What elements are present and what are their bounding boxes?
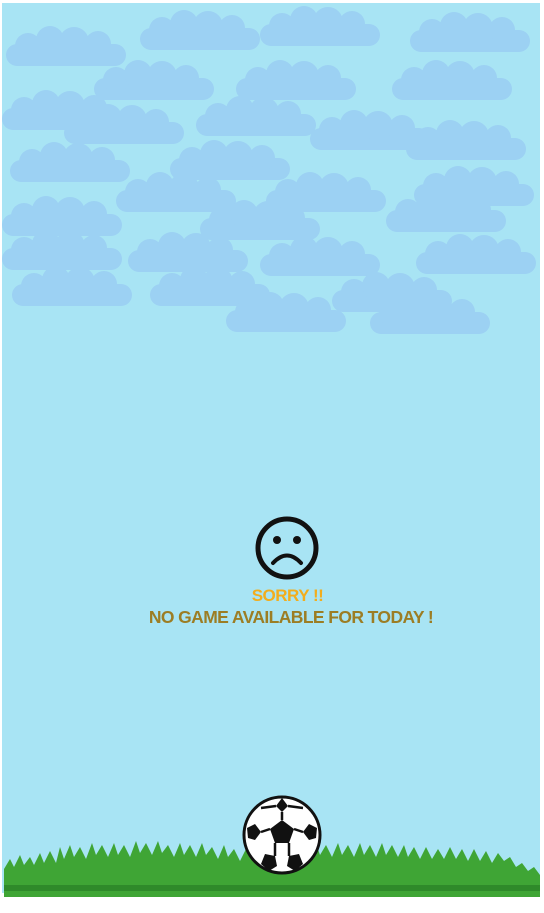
no-game-screen: SORRY !! NO GAME AVAILABLE FOR TODAY ! [0,0,544,913]
no-game-message: NO GAME AVAILABLE FOR TODAY ! [148,607,434,627]
clouds-decoration [2,6,536,334]
sorry-heading: SORRY !! [251,586,324,605]
sad-face-icon [255,516,319,580]
soccer-ball-icon [242,795,322,875]
